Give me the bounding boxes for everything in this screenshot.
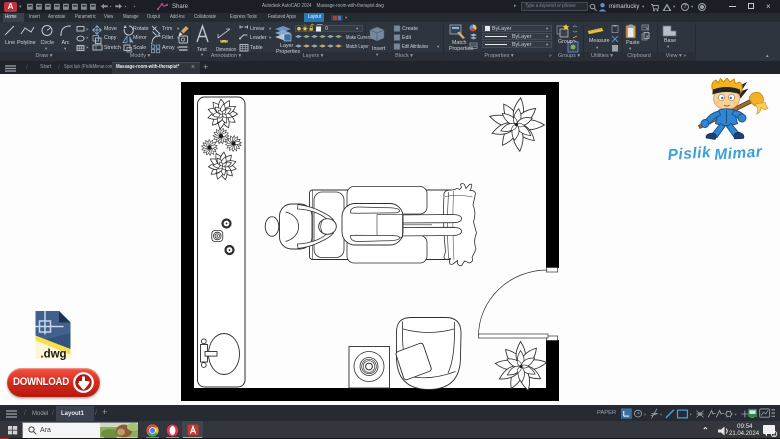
svg-text:1: 1 (773, 432, 776, 437)
svg-text:PislikMimar: PislikMimar (667, 140, 763, 167)
svg-text:.dwg: .dwg (40, 349, 66, 361)
